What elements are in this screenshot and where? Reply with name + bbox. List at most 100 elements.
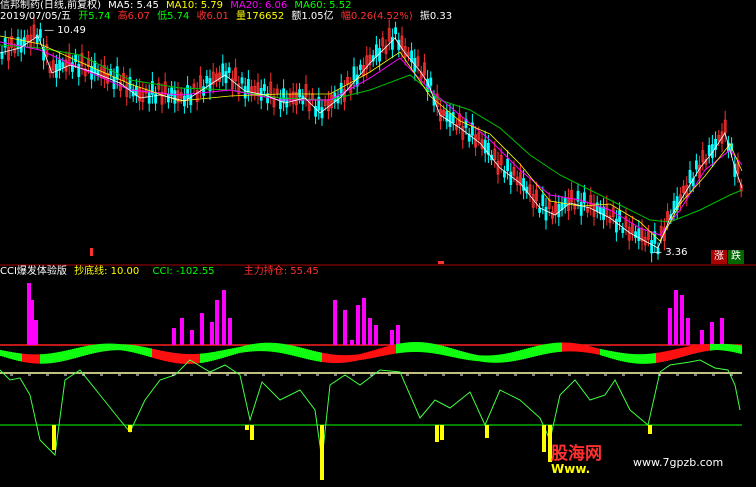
- wave-segment: [512, 352, 514, 362]
- magenta-bar: [172, 328, 176, 345]
- wave-segment: [466, 352, 468, 360]
- magenta-bar: [362, 298, 366, 345]
- wave-segment: [666, 351, 668, 361]
- wave-segment: [218, 350, 220, 360]
- wave-segment: [616, 352, 618, 361]
- wave-segment: [258, 343, 260, 352]
- wave-segment: [188, 354, 190, 364]
- wave-segment: [350, 354, 352, 362]
- wave-segment: [674, 349, 676, 359]
- wave-segment: [344, 355, 346, 363]
- wave-segment: [298, 347, 300, 358]
- wave-segment: [508, 352, 510, 362]
- wave-segment: [370, 351, 372, 359]
- wave-segment: [282, 343, 284, 354]
- wave-segment: [212, 352, 214, 361]
- candle-body: [563, 197, 567, 207]
- wave-segment: [90, 345, 92, 354]
- wave-segment: [364, 352, 366, 360]
- wave-segment: [516, 351, 518, 361]
- wave-segment: [490, 355, 492, 363]
- stock-chart-window[interactable]: 信邦制药(日线,前复权) MA5: 5.45 MA10: 5.79 MA20: …: [0, 0, 756, 487]
- candle-body: [224, 71, 228, 84]
- candle-body: [358, 64, 362, 71]
- candle-body: [390, 37, 394, 50]
- candle-body: [58, 59, 61, 71]
- wave-segment: [486, 355, 488, 363]
- wave-segment: [6, 351, 8, 358]
- wave-segment: [692, 345, 694, 355]
- wave-segment: [732, 344, 734, 353]
- wave-segment: [634, 354, 636, 364]
- wave-segment: [230, 348, 232, 356]
- wave-segment: [408, 342, 410, 353]
- candle-body: [602, 206, 605, 220]
- magenta-bar: [215, 300, 219, 345]
- magenta-bar: [368, 318, 372, 345]
- wave-segment: [276, 343, 278, 353]
- candle-body: [557, 203, 561, 218]
- wave-segment: [530, 347, 532, 358]
- wave-segment: [478, 355, 480, 362]
- yellow-bar: [245, 425, 249, 430]
- wave-segment: [640, 354, 642, 364]
- wave-segment: [102, 343, 104, 352]
- wave-segment: [316, 351, 318, 362]
- price-marker: [438, 261, 444, 264]
- wave-segment: [504, 353, 506, 363]
- wave-segment: [46, 353, 48, 364]
- wave-segment: [252, 344, 254, 352]
- candle-body: [262, 84, 266, 92]
- wave-segment: [518, 350, 520, 361]
- wave-segment: [722, 343, 724, 351]
- candle-body: [579, 201, 583, 216]
- wave-segment: [588, 345, 590, 353]
- candle-body: [707, 145, 711, 156]
- wave-segment: [52, 353, 54, 363]
- ma60-label: MA60: 5.52: [294, 0, 352, 11]
- wave-segment: [596, 348, 598, 355]
- wave-segment: [524, 349, 526, 359]
- wave-segment: [386, 346, 388, 356]
- wave-segment: [586, 345, 588, 353]
- wave-segment: [308, 349, 310, 360]
- wave-segment: [70, 349, 72, 360]
- wave-segment: [492, 355, 494, 363]
- wave-segment: [628, 353, 630, 363]
- wave-segment: [292, 345, 294, 356]
- wave-segment: [510, 352, 512, 362]
- candle-body: [0, 51, 4, 59]
- magenta-bar: [686, 318, 690, 345]
- wave-segment: [538, 345, 540, 356]
- wave-segment: [256, 343, 258, 352]
- indicator-header: CCI爆发体验版 抄底线: 10.00 CCI: -102.55 主力持仓: 5…: [0, 266, 323, 278]
- ma10-label: MA10: 5.79: [166, 0, 224, 11]
- wave-segment: [388, 345, 390, 355]
- wave-segment: [660, 352, 662, 363]
- wave-segment: [180, 353, 182, 364]
- wave-segment: [58, 351, 60, 362]
- down-tag[interactable]: 跌: [728, 250, 744, 264]
- wave-segment: [582, 344, 584, 353]
- wave-segment: [266, 342, 268, 352]
- wave-segment: [526, 348, 528, 359]
- wave-segment: [604, 349, 606, 357]
- wave-segment: [140, 346, 142, 355]
- wave-segment: [300, 347, 302, 358]
- candle-body: [77, 64, 81, 77]
- wave-segment: [690, 345, 692, 355]
- wave-segment: [630, 353, 632, 363]
- yellow-bar: [648, 425, 652, 434]
- wave-segment: [4, 350, 6, 358]
- indicator-title: CCI爆发体验版: [0, 266, 67, 277]
- wave-segment: [546, 343, 548, 354]
- magenta-bar: [34, 320, 38, 345]
- wave-segment: [428, 342, 430, 353]
- wave-segment: [310, 350, 312, 360]
- wave-segment: [26, 354, 28, 363]
- up-tag[interactable]: 涨: [711, 250, 727, 264]
- candle-body: [538, 207, 541, 213]
- wave-segment: [110, 343, 112, 351]
- wave-segment: [472, 354, 474, 361]
- wave-segment: [246, 345, 248, 352]
